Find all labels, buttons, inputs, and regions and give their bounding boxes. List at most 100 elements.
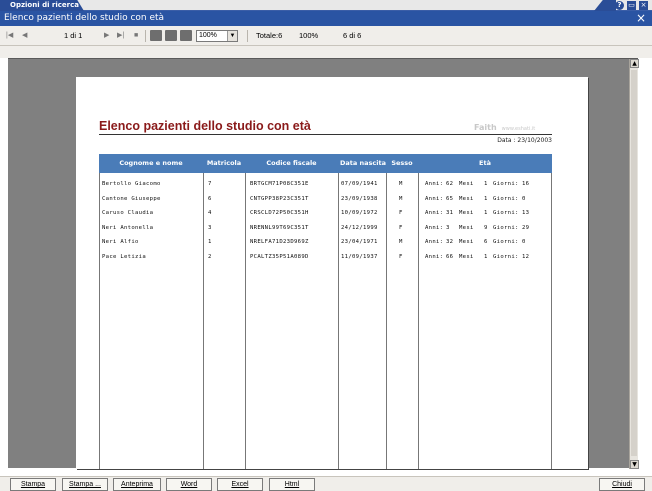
table-row: Neri Alfio 1 NRELFA71D23D969Z 23/04/1971 M An…: [99, 235, 552, 249]
label-giorni: Giorni:: [493, 181, 519, 187]
zoom-select[interactable]: 100% ▼: [196, 30, 238, 42]
page-indicator: 1 di 1: [64, 31, 83, 40]
zoom-value: 100%: [199, 32, 217, 39]
cell-anni: 3: [446, 224, 450, 231]
report-title: Elenco pazienti dello studio con età: [99, 119, 311, 133]
first-page-icon[interactable]: |◀: [6, 30, 13, 42]
last-page-icon[interactable]: ▶|: [117, 30, 124, 42]
label-mesi: Mesi: [459, 195, 474, 202]
tab-bar: Opzioni di ricerca ? ▭ ×: [0, 0, 652, 11]
tab-decoration: [594, 0, 616, 11]
excel-button[interactable]: Excel: [217, 478, 263, 491]
cell-data-nascita: 24/12/1999: [341, 224, 378, 231]
chiudi-button[interactable]: Chiudi: [599, 478, 645, 491]
cell-data-nascita: 10/09/1972: [341, 210, 378, 216]
table-body: Bertollo Giacomo 7 BRTGCM71P08C351E 07/09/1…: [99, 173, 552, 469]
scroll-thumb[interactable]: [631, 70, 637, 456]
stampa-dialog-button[interactable]: Stampa ...: [62, 478, 108, 491]
cell-giorni: 0: [522, 239, 526, 245]
col-codice-fiscale: Codice fiscale: [266, 159, 317, 167]
table-row: Cantone Giuseppe 6 CNTGPP38P23C351T 23/09/1…: [99, 192, 552, 206]
cell-anni: 65: [446, 195, 454, 202]
table-row: Caruso Claudia 4 CRSCLD72P50C351H 10/09/197…: [99, 206, 552, 220]
faith-logo: Faith www.eshati.it: [474, 123, 535, 132]
window-close-button[interactable]: ×: [636, 11, 646, 26]
cell-mesi: 9: [484, 224, 488, 231]
close-icon[interactable]: ×: [639, 1, 648, 10]
print-icon[interactable]: [150, 30, 162, 41]
help-icon[interactable]: ?: [615, 1, 624, 10]
cell-anni: 62: [446, 181, 454, 187]
label-anni: Anni:: [425, 195, 444, 202]
cell-data-nascita: 23/09/1938: [341, 195, 378, 202]
cell-sesso: M: [399, 181, 403, 187]
chevron-down-icon[interactable]: ▼: [227, 31, 237, 41]
word-button[interactable]: Word: [166, 478, 212, 491]
label-giorni: Giorni:: [493, 224, 519, 231]
table-row: Pace Letizia 2 PCALTZ35P51A089D 11/09/1937 F…: [99, 250, 552, 264]
cell-nome: Neri Alfio: [102, 239, 139, 245]
table-row: Bertollo Giacomo 7 BRTGCM71P08C351E 07/09/1…: [99, 177, 552, 191]
label-anni: Anni:: [425, 239, 444, 245]
report-preview-area[interactable]: Elenco pazienti dello studio con età Fai…: [8, 58, 639, 469]
cell-codice-fiscale: CRSCLD72P50C351H: [250, 210, 309, 216]
cell-giorni: 13: [522, 210, 530, 216]
stampa-button[interactable]: Stampa: [10, 478, 56, 491]
vertical-scrollbar[interactable]: ▲ ▼: [629, 59, 639, 469]
cell-matricola: 6: [208, 195, 212, 202]
cell-giorni: 12: [522, 253, 530, 260]
window-title-bar: Elenco pazienti dello studio con età ×: [0, 11, 652, 26]
total-count: Totale:6: [256, 31, 283, 40]
table-row: Neri Antonella 3 NRENNL99T69C351T 24/12/199…: [99, 221, 552, 235]
cell-mesi: 1: [484, 181, 488, 187]
cell-nome: Pace Letizia: [102, 253, 147, 260]
logo-text: Faith: [474, 123, 497, 132]
cell-anni: 32: [446, 239, 454, 245]
label-giorni: Giorni:: [493, 253, 519, 260]
cell-codice-fiscale: CNTGPP38P23C351T: [250, 195, 309, 202]
title-underline: [99, 134, 552, 135]
cell-nome: Caruso Claudia: [102, 210, 154, 216]
cell-sesso: F: [399, 224, 403, 231]
scroll-up-icon[interactable]: ▲: [630, 59, 639, 68]
cell-sesso: F: [399, 210, 403, 216]
logo-url: www.eshati.it: [501, 126, 536, 132]
cell-anni: 66: [446, 253, 454, 260]
cell-matricola: 1: [208, 239, 212, 245]
scroll-down-icon[interactable]: ▼: [630, 460, 639, 469]
label-anni: Anni:: [425, 253, 444, 260]
cell-nome: Bertollo Giacomo: [102, 181, 161, 187]
label-mesi: Mesi: [459, 224, 474, 231]
cell-codice-fiscale: NRENNL99T69C351T: [250, 224, 309, 231]
cell-giorni: 29: [522, 224, 530, 231]
toolbar-separator: [145, 30, 146, 42]
cell-sesso: F: [399, 253, 403, 260]
toolbar-separator: [247, 30, 248, 42]
cell-matricola: 2: [208, 253, 212, 260]
window-icons: ? ▭ ×: [615, 0, 648, 11]
toolbar-gutter: [0, 46, 652, 58]
cell-codice-fiscale: BRTGCM71P08C351E: [250, 181, 309, 187]
label-giorni: Giorni:: [493, 210, 519, 216]
cell-sesso: M: [399, 195, 403, 202]
cell-giorni: 0: [522, 195, 526, 202]
anteprima-button[interactable]: Anteprima: [113, 478, 161, 491]
cell-data-nascita: 07/09/1941: [341, 181, 378, 187]
label-mesi: Mesi: [459, 253, 474, 260]
col-cognome-nome: Cognome e nome: [119, 159, 183, 167]
next-page-icon[interactable]: ▶: [104, 30, 109, 42]
bottom-button-bar: Stampa Stampa ... Anteprima Word Excel H…: [0, 476, 652, 491]
tab-opzioni-di-ricerca[interactable]: Opzioni di ricerca: [0, 0, 84, 11]
prev-page-icon[interactable]: ◀: [22, 30, 27, 42]
cell-mesi: 1: [484, 210, 488, 216]
preview-toolbar: |◀ ◀ 1 di 1 ▶ ▶| ■ 100% ▼ Totale:6 100% …: [0, 26, 652, 46]
cell-data-nascita: 23/04/1971: [341, 239, 378, 245]
cell-nome: Neri Antonella: [102, 224, 154, 231]
stop-icon[interactable]: ■: [134, 30, 138, 42]
cell-mesi: 1: [484, 195, 488, 202]
restore-icon[interactable]: ▭: [627, 1, 636, 10]
export-icon[interactable]: [180, 30, 192, 41]
html-button[interactable]: Html: [269, 478, 315, 491]
print-setup-icon[interactable]: [165, 30, 177, 41]
label-anni: Anni:: [425, 210, 444, 216]
